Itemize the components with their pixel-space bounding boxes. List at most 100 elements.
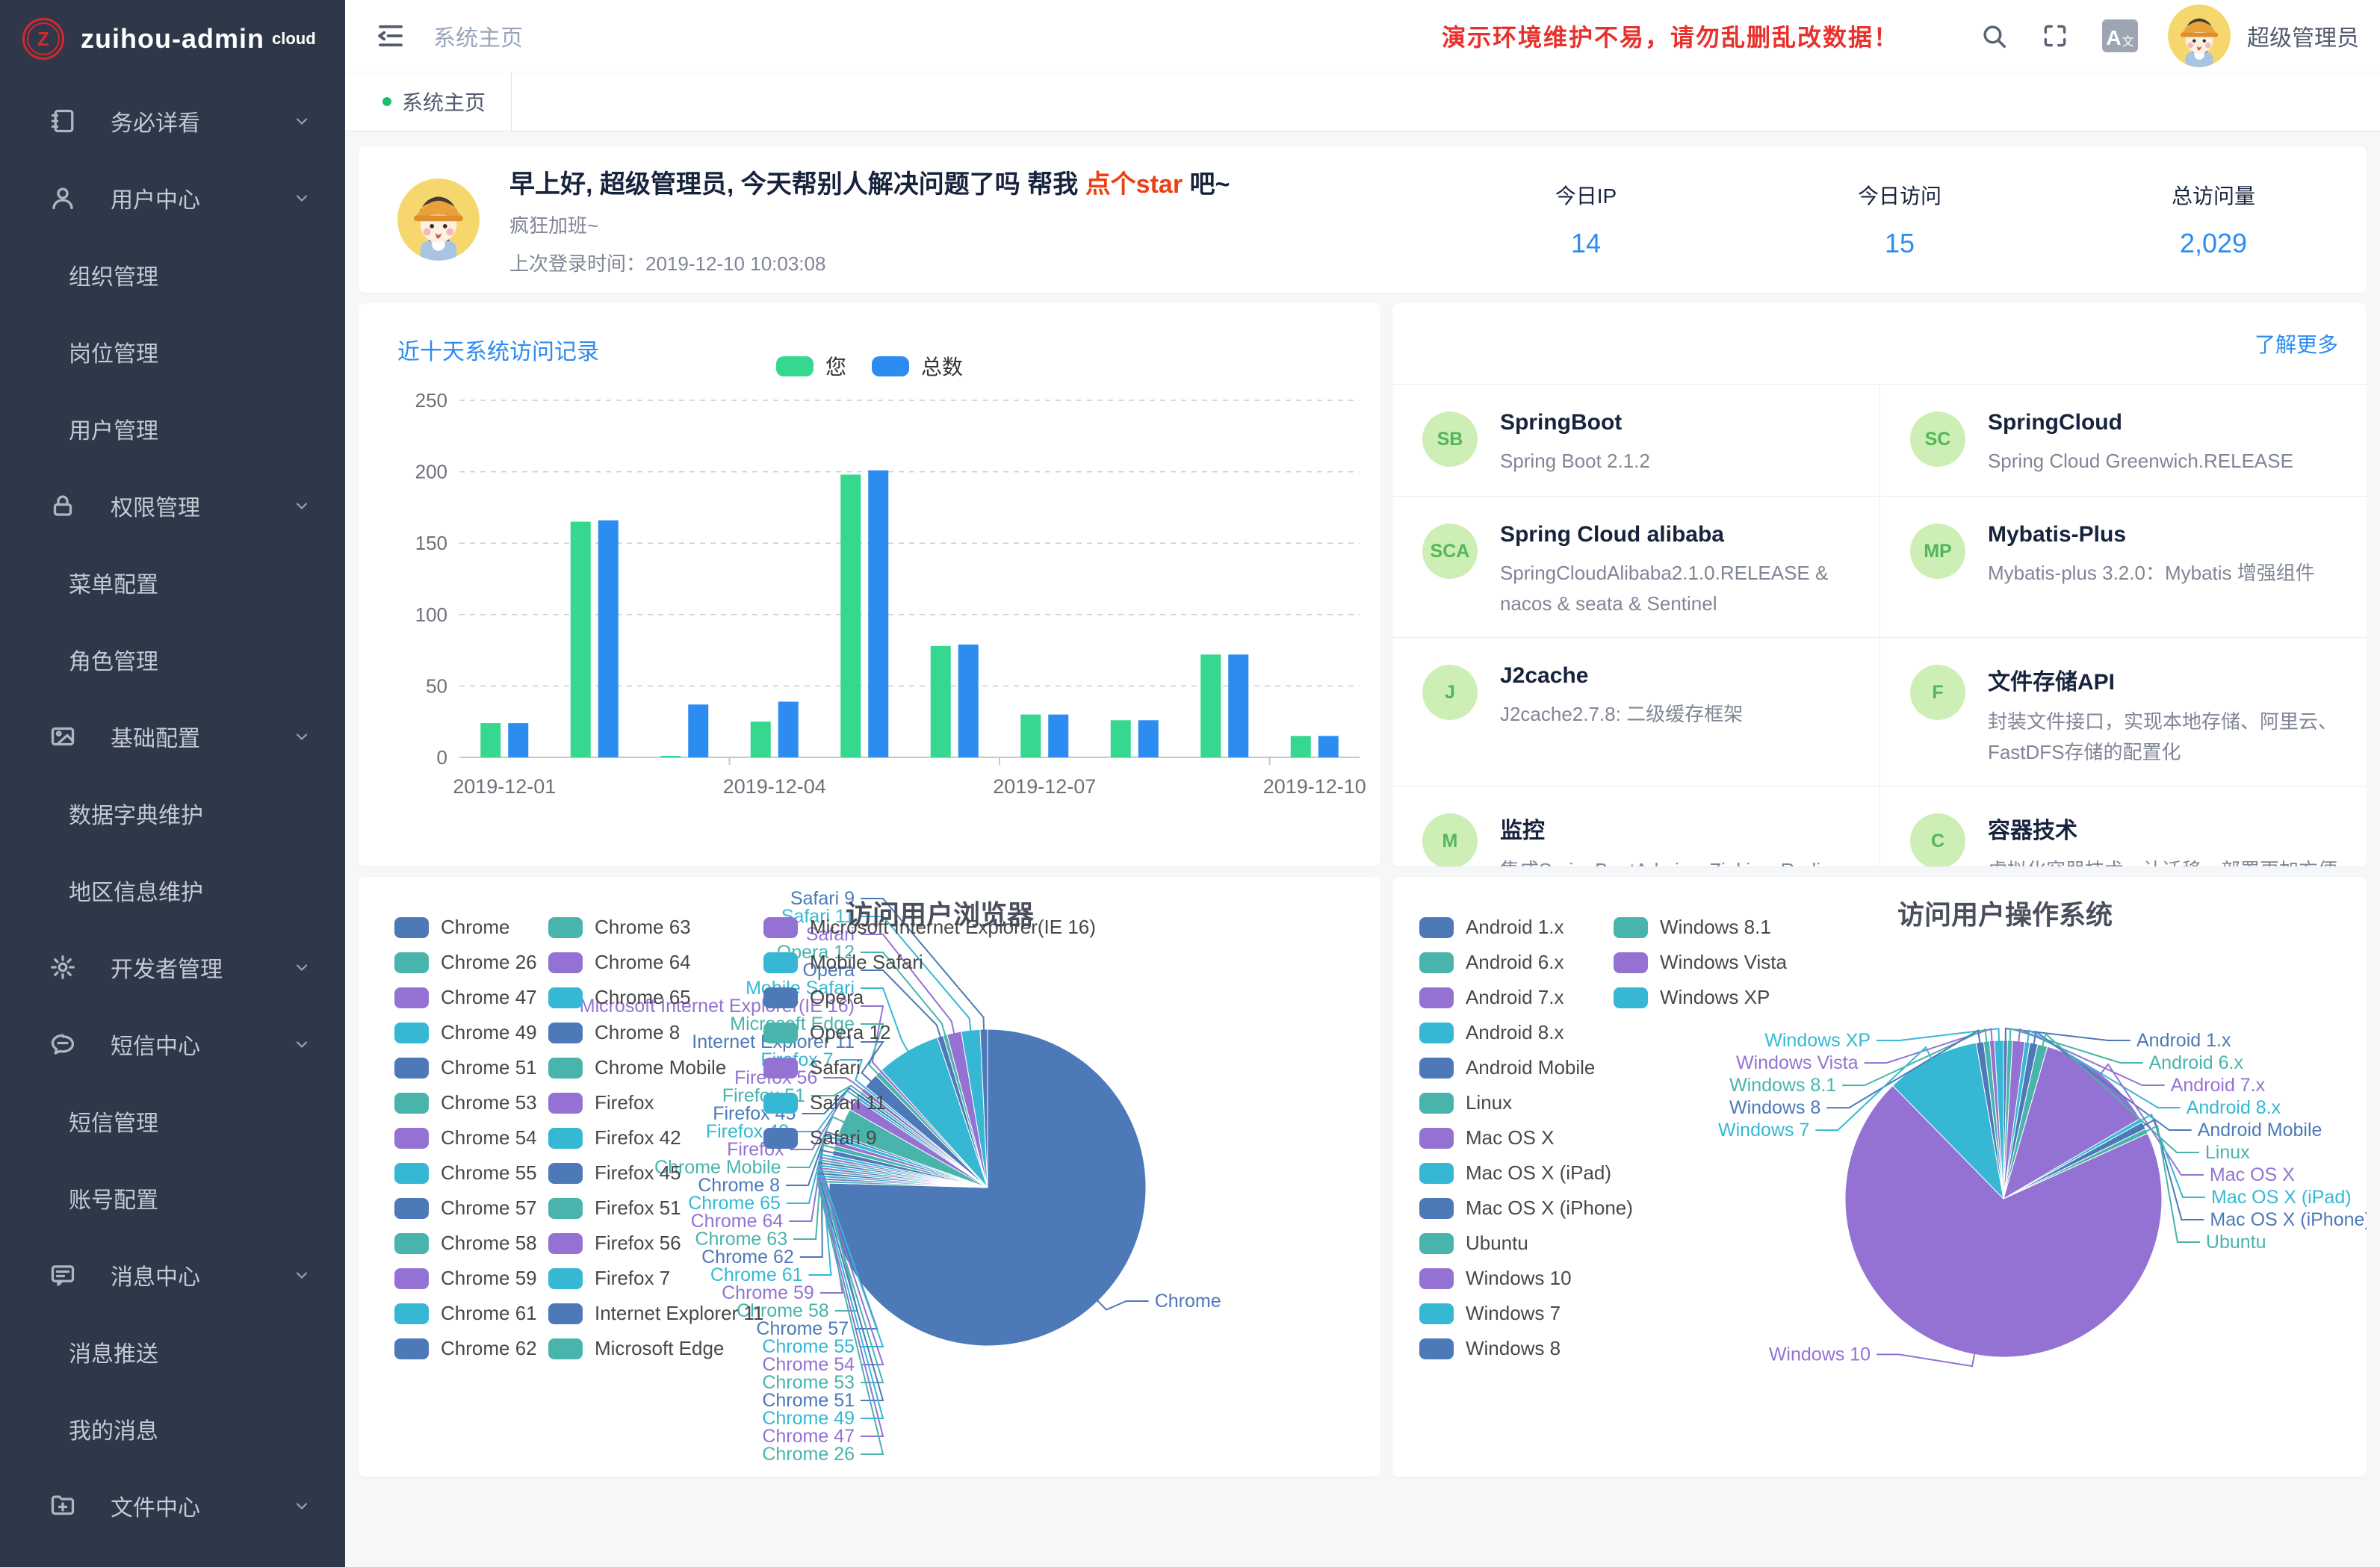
svg-text:Windows Vista: Windows Vista (1736, 1052, 1859, 1073)
legend-swatch (394, 1128, 429, 1149)
legend-item[interactable]: Windows XP (1614, 980, 1787, 1015)
legend-swatch (394, 952, 429, 973)
sidebar-item[interactable]: 组织管理 (0, 236, 345, 313)
sidebar-item[interactable]: 岗位管理 (0, 313, 345, 390)
sidebar-item[interactable]: 数据字典维护 (0, 775, 345, 851)
legend-item[interactable]: Firefox 45 (548, 1155, 763, 1191)
svg-text:Windows 10: Windows 10 (1769, 1344, 1871, 1365)
legend-item[interactable]: Chrome 63 (548, 910, 763, 945)
legend-item[interactable]: Linux (1419, 1085, 1633, 1120)
tech-cards: SB SpringBoot Spring Boot 2.1.2 SC Sprin… (1392, 384, 2367, 866)
legend-item[interactable]: Windows 10 (1419, 1261, 1633, 1296)
legend-item[interactable]: Windows 8.1 (1614, 910, 1787, 945)
sidebar-item[interactable]: 权限管理 (0, 467, 345, 544)
legend-swatch (394, 1198, 429, 1219)
tab-system-home[interactable]: 系统主页 (357, 72, 512, 131)
sidebar-item[interactable]: 文件中心 (0, 1467, 345, 1544)
legend-item[interactable]: Mac OS X (iPhone) (1419, 1191, 1633, 1226)
legend-item[interactable]: Windows 7 (1419, 1296, 1633, 1331)
legend-item[interactable]: Chrome (394, 910, 537, 945)
legend-item[interactable]: Microsoft Edge (548, 1331, 763, 1366)
sidebar-item[interactable]: 消息中心 (0, 1236, 345, 1313)
sidebar-item[interactable]: 基础配置 (0, 698, 345, 775)
legend-item[interactable]: Chrome 55 (394, 1155, 537, 1191)
legend-item[interactable]: Ubuntu (1419, 1226, 1633, 1261)
star-link[interactable]: 点个star (1085, 170, 1183, 199)
legend-item[interactable]: Chrome 47 (394, 980, 537, 1015)
legend-swatch (548, 1128, 583, 1149)
legend-swatch (548, 1163, 583, 1184)
legend-item[interactable]: Opera (763, 980, 1096, 1015)
sidebar-item[interactable]: 角色管理 (0, 621, 345, 698)
language-switch-icon[interactable]: A 文 (2102, 19, 2138, 52)
legend-item[interactable]: Firefox 7 (548, 1261, 763, 1296)
legend-swatch (394, 1163, 429, 1184)
fullscreen-icon[interactable] (2041, 22, 2069, 50)
legend-item[interactable]: Windows Vista (1614, 945, 1787, 980)
sidebar-item[interactable]: 我的消息 (0, 1390, 345, 1467)
stat-label: 今日访问 (1836, 180, 1963, 210)
legend-item[interactable]: Firefox (548, 1085, 763, 1120)
legend-swatch (1419, 952, 1454, 973)
legend-item[interactable]: Chrome 57 (394, 1191, 537, 1226)
sidebar-item[interactable]: 开发者管理 (0, 928, 345, 1005)
legend-item[interactable]: Chrome 65 (548, 980, 763, 1015)
legend-item[interactable]: Safari 9 (763, 1120, 1096, 1155)
pie-legend-column: Windows 8.1 Windows Vista Windows XP (1614, 910, 1787, 1015)
top-header: 系统主页 演示环境维护不易，请勿乱删乱改数据！ A 文 超级管理员 (345, 0, 2380, 72)
legend-item[interactable]: Firefox 56 (548, 1226, 763, 1261)
menu-fold-icon[interactable] (375, 20, 406, 52)
legend-item[interactable]: Chrome 54 (394, 1120, 537, 1155)
legend-item[interactable]: Chrome 64 (548, 945, 763, 980)
legend-item[interactable]: Android Mobile (1419, 1050, 1633, 1085)
legend-item[interactable]: Chrome 49 (394, 1015, 537, 1050)
legend-item[interactable]: Mobile Safari (763, 945, 1096, 980)
chevron-down-icon (293, 497, 311, 515)
legend-item[interactable]: Opera 12 (763, 1015, 1096, 1050)
sidebar-item[interactable]: 务必详看 (0, 82, 345, 159)
legend-item[interactable]: Android 8.x (1419, 1015, 1633, 1050)
legend-item[interactable]: Safari (763, 1050, 1096, 1085)
legend-item[interactable]: Mac OS X (1419, 1120, 1633, 1155)
logo-icon: Z (22, 18, 64, 60)
learn-more-link[interactable]: 了解更多 (2255, 329, 2338, 359)
legend-item[interactable]: Internet Explorer 11 (548, 1296, 763, 1331)
sidebar-item[interactable]: 用户中心 (0, 159, 345, 236)
breadcrumb[interactable]: 系统主页 (433, 19, 523, 52)
sidebar-item[interactable]: 用户管理 (0, 390, 345, 467)
sidebar-item[interactable]: 账号配置 (0, 1159, 345, 1236)
legend-item[interactable]: Chrome 62 (394, 1331, 537, 1366)
legend-item[interactable]: Android 1.x (1419, 910, 1633, 945)
legend-item[interactable]: Chrome 59 (394, 1261, 537, 1296)
sidebar-item[interactable]: 地区信息维护 (0, 851, 345, 928)
search-icon[interactable] (1980, 22, 2008, 50)
legend-item[interactable]: Chrome 8 (548, 1015, 763, 1050)
legend-item[interactable]: Chrome 26 (394, 945, 537, 980)
legend-item[interactable]: Windows 8 (1419, 1331, 1633, 1366)
legend-item[interactable]: Safari 11 (763, 1085, 1096, 1120)
legend-item[interactable]: Chrome Mobile (548, 1050, 763, 1085)
sidebar-item[interactable]: 短信中心 (0, 1005, 345, 1082)
legend-item[interactable]: Chrome 53 (394, 1085, 537, 1120)
legend-item[interactable]: Chrome 61 (394, 1296, 537, 1331)
legend-item[interactable]: Mac OS X (iPad) (1419, 1155, 1633, 1191)
username[interactable]: 超级管理员 (2247, 19, 2359, 52)
svg-text:Chrome: Chrome (1155, 1291, 1221, 1312)
page-content: 早上好, 超级管理员, 今天帮别人解决问题了吗 帮我 点个star 吧~ 疯狂加… (345, 131, 2380, 1567)
legend-item[interactable]: Android 7.x (1419, 980, 1633, 1015)
svg-text:2019-12-07: 2019-12-07 (993, 775, 1096, 798)
sidebar-item[interactable]: 短信管理 (0, 1082, 345, 1159)
sidebar-item[interactable]: 菜单配置 (0, 544, 345, 621)
legend-item[interactable]: Firefox 51 (548, 1191, 763, 1226)
folder-icon (49, 1492, 76, 1519)
legend-item[interactable]: Chrome 51 (394, 1050, 537, 1085)
sidebar-item-label: 消息中心 (111, 1259, 200, 1291)
legend-item[interactable]: Chrome 58 (394, 1226, 537, 1261)
legend-item[interactable]: Firefox 42 (548, 1120, 763, 1155)
legend-item[interactable]: Microsoft Internet Explorer(IE 16) (763, 910, 1096, 945)
legend-swatch (394, 1338, 429, 1359)
user-avatar[interactable] (2168, 4, 2231, 67)
tech-card-desc: J2cache2.7.8: 二级缓存框架 (1500, 699, 1743, 730)
sidebar-item[interactable]: 消息推送 (0, 1313, 345, 1390)
legend-item[interactable]: Android 6.x (1419, 945, 1633, 980)
